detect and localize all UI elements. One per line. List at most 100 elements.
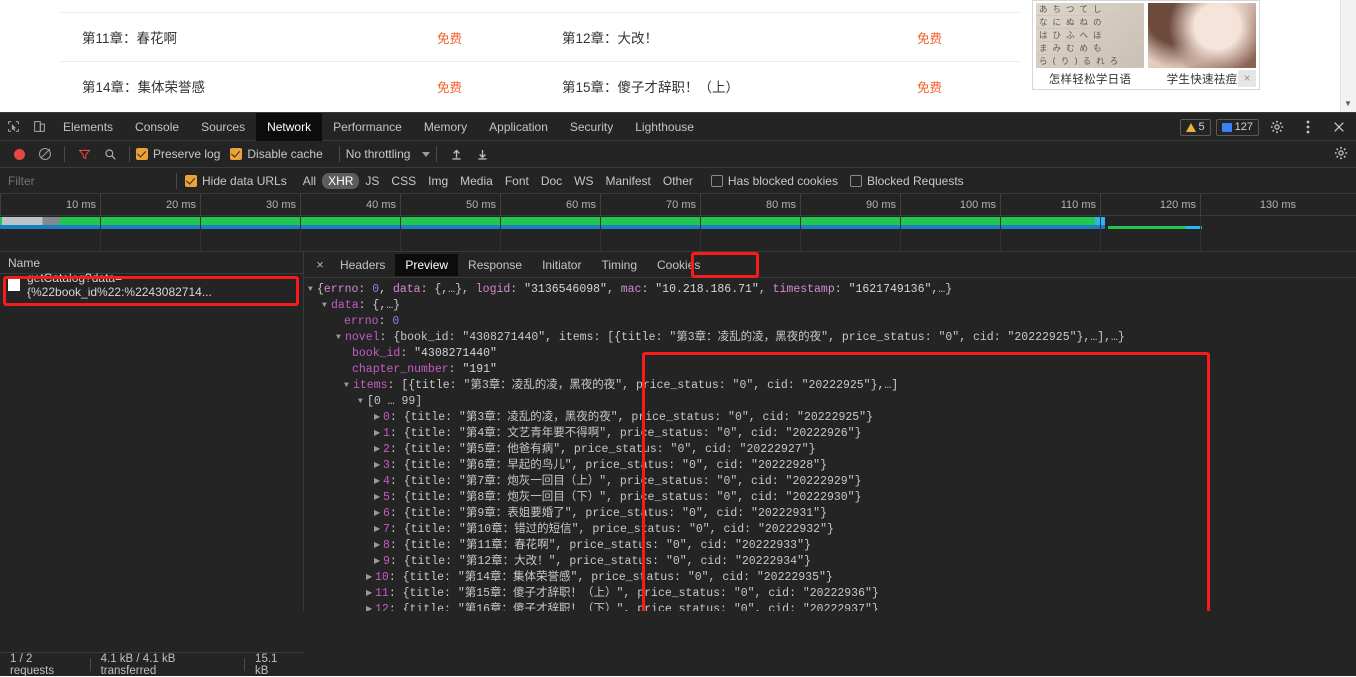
- chapter-item[interactable]: 第15章：傻子才辞职！（上） 免费: [540, 76, 1020, 96]
- disclosure-triangle-icon[interactable]: [374, 410, 383, 426]
- json-items-line[interactable]: items: [{title: "第3章：凌乱的凌，黑夜的夜", price_s…: [304, 378, 1356, 394]
- disclosure-triangle-icon[interactable]: [374, 538, 383, 554]
- filter-type-media[interactable]: Media: [454, 173, 499, 189]
- json-range-line[interactable]: [0 … 99]: [304, 394, 1356, 410]
- json-item-row[interactable]: 6: {title: "第9章：表姐要婚了", price_status: "0…: [304, 506, 1356, 522]
- scroll-down-arrow-icon[interactable]: ▼: [1341, 98, 1355, 110]
- disclosure-triangle-icon[interactable]: [358, 394, 367, 410]
- json-root-line[interactable]: {errno: 0, data: {,…}, logid: "313654609…: [304, 282, 1356, 298]
- disclosure-triangle-icon[interactable]: [374, 442, 383, 458]
- disclosure-triangle-icon[interactable]: [374, 522, 383, 538]
- filter-type-js[interactable]: JS: [359, 173, 385, 189]
- chapter-item[interactable]: 第12章：大改！ 免费: [540, 27, 1020, 47]
- disclosure-triangle-icon[interactable]: [344, 378, 353, 394]
- request-row[interactable]: getCatalog?data={%22book_id%22:%22430827…: [0, 274, 303, 295]
- disclosure-triangle-icon[interactable]: [374, 426, 383, 442]
- network-overview-timeline[interactable]: 10 ms 20 ms 30 ms 40 ms 50 ms 60 ms 70 m…: [0, 194, 1356, 252]
- has-blocked-cookies-checkbox[interactable]: Has blocked cookies: [711, 174, 838, 188]
- disclosure-triangle-icon[interactable]: [374, 458, 383, 474]
- throttling-select[interactable]: No throttling: [346, 147, 411, 161]
- record-button[interactable]: [6, 141, 32, 167]
- json-item-row[interactable]: 9: {title: "第12章：大改！", price_status: "0"…: [304, 554, 1356, 570]
- tab-timing[interactable]: Timing: [591, 254, 647, 276]
- ad-close-icon[interactable]: ×: [1238, 70, 1256, 87]
- filter-type-ws[interactable]: WS: [568, 173, 599, 189]
- filter-type-img[interactable]: Img: [422, 173, 454, 189]
- close-icon[interactable]: [1326, 114, 1352, 140]
- funnel-icon[interactable]: [71, 141, 97, 167]
- filter-type-css[interactable]: CSS: [385, 173, 422, 189]
- hide-data-urls-checkbox[interactable]: Hide data URLs: [185, 174, 287, 188]
- chapter-item[interactable]: 第14章：集体荣誉感 免费: [60, 76, 540, 96]
- timeline-tick: 20 ms: [100, 194, 200, 216]
- tab-memory[interactable]: Memory: [413, 113, 478, 141]
- tab-sources[interactable]: Sources: [190, 113, 256, 141]
- warning-count-badge[interactable]: 5: [1180, 119, 1211, 136]
- json-item-row[interactable]: 12: {title: "第16章：傻子才辞职！（下）", price_stat…: [304, 602, 1356, 611]
- clear-button[interactable]: [32, 141, 58, 167]
- tab-security[interactable]: Security: [559, 113, 624, 141]
- close-detail-icon[interactable]: ×: [310, 257, 330, 272]
- filter-type-other[interactable]: Other: [657, 173, 699, 189]
- json-item-row[interactable]: 7: {title: "第10章：错过的短信", price_status: "…: [304, 522, 1356, 538]
- disclosure-triangle-icon[interactable]: [308, 282, 317, 298]
- json-item-row[interactable]: 10: {title: "第14章：集体荣誉感", price_status: …: [304, 570, 1356, 586]
- json-item-row[interactable]: 3: {title: "第6章：早起的鸟儿", price_status: "0…: [304, 458, 1356, 474]
- disclosure-triangle-icon[interactable]: [374, 554, 383, 570]
- json-item-row[interactable]: 1: {title: "第4章：文艺青年要不得啊", price_status:…: [304, 426, 1356, 442]
- preserve-log-checkbox[interactable]: Preserve log: [136, 147, 220, 161]
- tab-response[interactable]: Response: [458, 254, 532, 276]
- download-arrow-icon[interactable]: [469, 141, 495, 167]
- tab-headers[interactable]: Headers: [330, 254, 395, 276]
- json-item-row[interactable]: 0: {title: "第3章：凌乱的凌，黑夜的夜", price_status…: [304, 410, 1356, 426]
- json-novel-line[interactable]: novel: {book_id: "4308271440", items: [{…: [304, 330, 1356, 346]
- device-toolbar-icon[interactable]: [26, 114, 52, 140]
- tab-lighthouse[interactable]: Lighthouse: [624, 113, 705, 141]
- blocked-requests-checkbox[interactable]: Blocked Requests: [850, 174, 964, 188]
- tab-performance[interactable]: Performance: [322, 113, 413, 141]
- tab-console[interactable]: Console: [124, 113, 190, 141]
- json-item-row[interactable]: 8: {title: "第11章：春花啊", price_status: "0"…: [304, 538, 1356, 554]
- request-bar-secondary-body: [1111, 226, 1186, 229]
- filter-input[interactable]: [8, 174, 168, 188]
- chapter-item[interactable]: 第11章：春花啊 免费: [60, 27, 540, 47]
- json-item-row[interactable]: 5: {title: "第8章：炮灰一回目（下）", price_status:…: [304, 490, 1356, 506]
- disclosure-triangle-icon[interactable]: [374, 506, 383, 522]
- tab-cookies[interactable]: Cookies: [647, 254, 710, 276]
- disclosure-triangle-icon[interactable]: [322, 298, 331, 314]
- json-item-row[interactable]: 11: {title: "第15章：傻子才辞职！（上）", price_stat…: [304, 586, 1356, 602]
- disclosure-triangle-icon[interactable]: [366, 570, 375, 586]
- disclosure-triangle-icon[interactable]: [336, 330, 345, 346]
- tab-application[interactable]: Application: [478, 113, 559, 141]
- cursor-inspect-icon[interactable]: [0, 114, 26, 140]
- advertisement-box[interactable]: あちつてしなにぬねのはひふへほまみむめもら(り)るれろ 怎样轻松学日语 学生快速…: [1032, 0, 1260, 90]
- json-preview-tree[interactable]: {errno: 0, data: {,…}, logid: "313654609…: [304, 278, 1356, 611]
- tab-preview[interactable]: Preview: [395, 254, 458, 276]
- upload-arrow-icon[interactable]: [443, 141, 469, 167]
- search-icon[interactable]: [97, 141, 123, 167]
- json-item-row[interactable]: 4: {title: "第7章：炮灰一回目（上）", price_status:…: [304, 474, 1356, 490]
- disclosure-triangle-icon[interactable]: [374, 490, 383, 506]
- filter-type-manifest[interactable]: Manifest: [600, 173, 657, 189]
- filter-type-doc[interactable]: Doc: [535, 173, 568, 189]
- page-scrollbar[interactable]: ▼: [1340, 0, 1356, 112]
- filter-type-xhr[interactable]: XHR: [322, 173, 359, 189]
- tab-elements[interactable]: Elements: [52, 113, 124, 141]
- json-data-line[interactable]: data: {,…}: [304, 298, 1356, 314]
- json-item-row[interactable]: 2: {title: "第5章：他爸有病", price_status: "0"…: [304, 442, 1356, 458]
- message-count-badge[interactable]: 127: [1216, 119, 1259, 136]
- tab-network[interactable]: Network: [256, 113, 322, 141]
- filter-type-all[interactable]: All: [297, 173, 322, 189]
- disclosure-triangle-icon[interactable]: [366, 586, 375, 602]
- disclosure-triangle-icon[interactable]: [366, 602, 375, 611]
- gear-icon[interactable]: [1264, 114, 1290, 140]
- chevron-down-icon[interactable]: [422, 152, 430, 157]
- ad-item[interactable]: あちつてしなにぬねのはひふへほまみむめもら(り)るれろ 怎样轻松学日语: [1036, 3, 1144, 87]
- filter-type-font[interactable]: Font: [499, 173, 535, 189]
- disable-cache-checkbox[interactable]: Disable cache: [230, 147, 322, 161]
- timeline-tick: 110 ms: [1000, 194, 1100, 216]
- network-settings-gear-icon[interactable]: [1334, 146, 1348, 163]
- disclosure-triangle-icon[interactable]: [374, 474, 383, 490]
- tab-initiator[interactable]: Initiator: [532, 254, 591, 276]
- kebab-menu-icon[interactable]: [1295, 114, 1321, 140]
